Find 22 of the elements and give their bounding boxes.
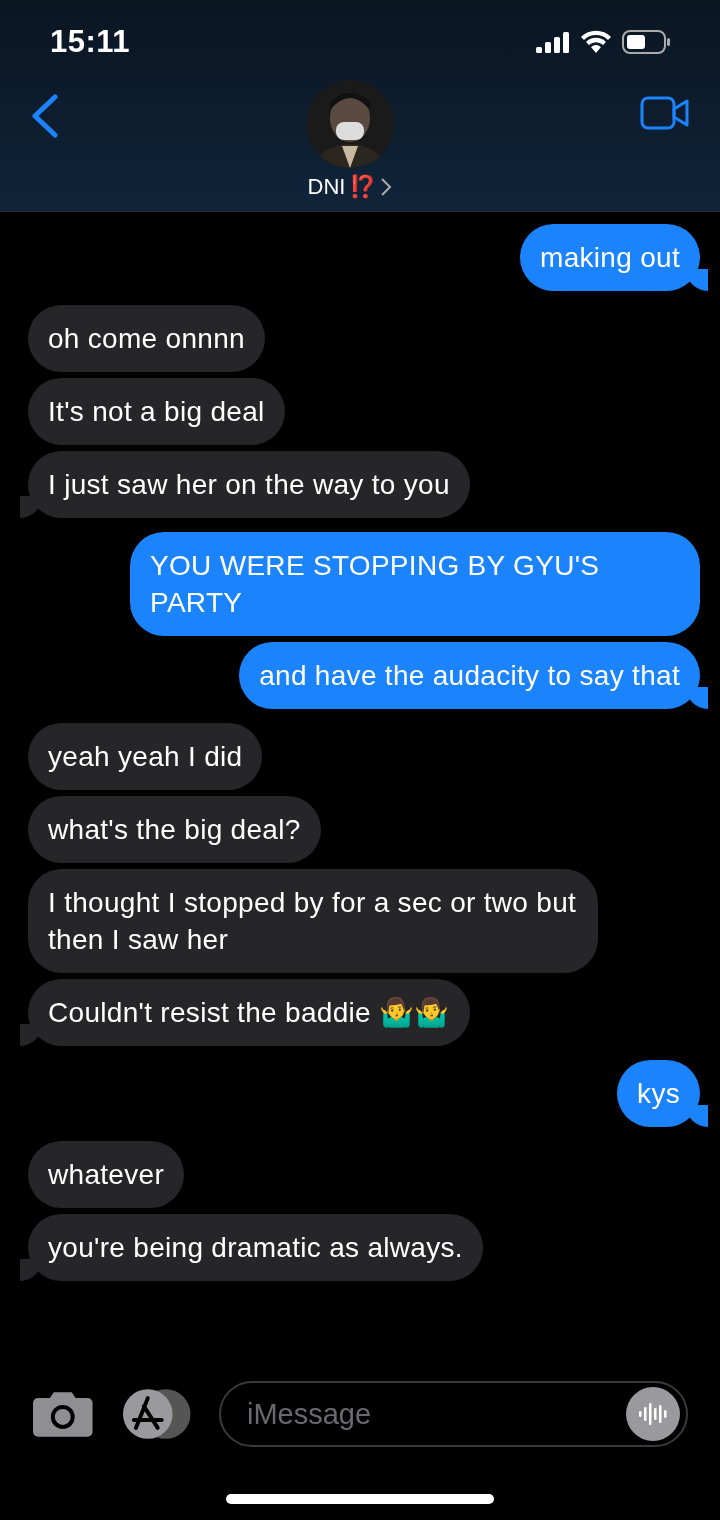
received-message: oh come onnnn xyxy=(28,305,265,372)
camera-icon[interactable] xyxy=(32,1390,94,1438)
back-icon[interactable] xyxy=(30,94,60,138)
audio-button[interactable] xyxy=(626,1387,680,1441)
received-message: whatever xyxy=(28,1141,184,1208)
video-call-icon[interactable] xyxy=(640,96,690,130)
received-message: It's not a big deal xyxy=(28,378,285,445)
received-message: yeah yeah I did xyxy=(28,723,263,790)
chevron-icon[interactable] xyxy=(380,177,393,197)
message-input[interactable]: iMessage xyxy=(245,1396,626,1432)
wifi-icon xyxy=(580,30,612,54)
contact-name[interactable]: DNI xyxy=(307,174,346,200)
message-field[interactable]: iMessage xyxy=(219,1381,688,1447)
battery-icon xyxy=(622,30,672,54)
status-time: 15:11 xyxy=(50,24,131,60)
sent-message: YOU WERE STOPPING BY GYU'S PARTY xyxy=(130,532,700,636)
received-message: what's the big deal? xyxy=(28,796,321,863)
signal-icon xyxy=(536,31,570,53)
received-message: I thought I stopped by for a sec or two but then I saw her xyxy=(28,869,598,973)
waveform-icon xyxy=(637,1400,669,1428)
app-store-icon[interactable] xyxy=(121,1388,191,1440)
name-emoji: ⁉ xyxy=(349,174,377,200)
